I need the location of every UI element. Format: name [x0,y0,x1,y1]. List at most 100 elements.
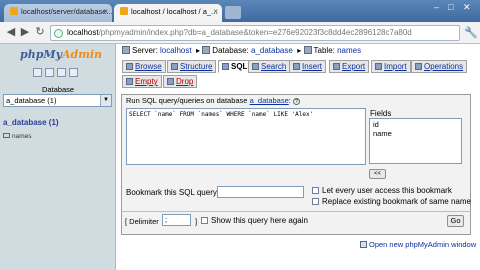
tab-operations[interactable]: Operations [411,60,468,73]
let-every-user-checkbox[interactable] [312,187,319,194]
search-icon [252,63,259,70]
show-query-label: Show this query here again [211,216,308,225]
new-window-icon [360,241,367,248]
tab-structure-label: Structure [180,62,213,71]
database-link[interactable]: a_database [251,46,293,55]
browser-tab-bar: localhost/server/database... × localhost… [0,0,480,22]
fields-listbox[interactable]: id name [369,118,462,164]
close-tab-icon[interactable]: × [213,7,218,16]
tab-empty[interactable]: Empty [122,75,162,88]
table-list-item[interactable]: names [3,133,32,140]
home-icon[interactable] [33,68,42,77]
delimiter-input[interactable]: ; [162,214,191,226]
empty-icon [126,78,133,85]
logo-my: My [43,48,62,61]
close-window-icon[interactable]: ✕ [463,2,471,13]
database-select-value: a_database (1) [6,96,57,105]
export-icon [333,63,340,70]
chevron-down-icon: ▼ [100,95,111,106]
database-select[interactable]: a_database (1) ▼ [3,94,112,107]
database-label-crumb: Database: [212,46,249,55]
logo-admin: Admin [61,48,103,61]
table-label-crumb: Table: [313,46,335,55]
help-icon[interactable]: ? [292,98,300,105]
sql-docs-icon[interactable] [69,68,78,77]
url-host: localhost [67,28,99,37]
tab-import[interactable]: Import [371,60,411,73]
tab-export-label: Export [342,62,366,71]
tab-sql-label: SQL [231,62,248,71]
tab-operations-label: Operations [424,62,464,71]
legend-suffix: : [288,96,291,105]
go-button[interactable]: Go [447,215,464,227]
field-option[interactable]: name [373,129,458,138]
address-bar[interactable]: localhost/phpmyadmin/index.php?db=a_data… [50,25,460,41]
tab-insert-label: Insert [302,62,323,71]
table-name: names [12,133,32,140]
legend-prefix: Run SQL query/queries on database [126,96,248,105]
server-link[interactable]: localhost [160,46,192,55]
minimize-icon[interactable]: – [434,2,439,12]
tab-sql[interactable]: SQL [218,60,252,73]
delimiter-close: ] [195,217,198,226]
operations-icon [415,63,422,70]
tab-browse[interactable]: Browse [122,60,166,73]
forward-icon[interactable]: ▶ [18,26,32,40]
new-window-label: Open new phpMyAdmin window [369,240,477,249]
page-icon [10,7,18,15]
sql-icon [222,63,229,70]
tab-drop-label: Drop [176,77,194,86]
wrench-icon[interactable]: 🔧 [464,26,478,39]
field-option[interactable]: id [373,120,458,129]
insert-icon [293,63,300,70]
tab-export[interactable]: Export [329,60,370,73]
tab-insert[interactable]: Insert [289,60,327,73]
drop-icon [167,78,174,85]
server-label: Server: [132,46,158,55]
close-tab-icon[interactable]: × [103,7,108,16]
bookmark-label: Bookmark this SQL query: [126,188,220,197]
phpmyadmin-logo[interactable]: phpMyAdmin [20,48,102,61]
sql-query-textarea[interactable]: SELECT `name` FROM `names` WHERE `name` … [126,108,366,165]
back-icon[interactable]: ◀ [4,26,18,40]
tab-structure[interactable]: Structure [167,60,217,73]
new-tab-button[interactable] [225,6,241,19]
database-icon [202,46,211,54]
replace-bookmark-checkbox[interactable] [312,198,319,205]
delimiter-label: [ Delimiter [125,217,159,226]
sql-legend: Run SQL query/queries on database a_data… [126,96,300,105]
show-query-checkbox[interactable] [201,217,208,224]
server-icon [122,46,130,54]
browser-tab-2[interactable]: localhost / localhost / a_... × [114,4,222,22]
url-path: /phpmyadmin/index.php?db=a_database&toke… [98,28,412,37]
docs-icon[interactable] [57,68,66,77]
insert-field-button[interactable]: << [369,169,386,179]
reload-icon[interactable]: ↻ [33,26,47,40]
fields-label: Fields [370,109,392,118]
table-icon [3,133,10,138]
browser-tab-2-label: localhost / localhost / a_... [131,7,218,16]
browser-tab-1[interactable]: localhost/server/database... × [4,4,112,22]
page-icon [120,7,128,15]
globe-icon [54,29,63,38]
database-heading-link[interactable]: a_database (1) [3,118,59,127]
tab-search[interactable]: Search [248,60,291,73]
legend-database-link[interactable]: a_database [250,96,289,105]
tab-browse-label: Browse [135,62,162,71]
database-label: Database [41,85,75,94]
query-window-icon[interactable] [45,68,54,77]
browse-icon [126,63,133,70]
table-link[interactable]: names [337,46,361,55]
tab-empty-label: Empty [135,77,158,86]
logo-php: php [20,48,44,61]
table-icon [303,46,312,54]
breadcrumb: Server: localhost ▸ Database: a_database… [122,46,361,55]
replace-bookmark-label: Replace existing bookmark of same name [322,197,471,206]
left-icon-row [33,68,81,79]
new-window-link[interactable]: Open new phpMyAdmin window [360,240,476,249]
maximize-icon[interactable]: □ [448,2,453,12]
bookmark-input[interactable] [217,186,304,198]
tab-drop[interactable]: Drop [163,75,198,88]
import-icon [375,63,382,70]
browser-tab-1-label: localhost/server/database... [21,7,112,16]
